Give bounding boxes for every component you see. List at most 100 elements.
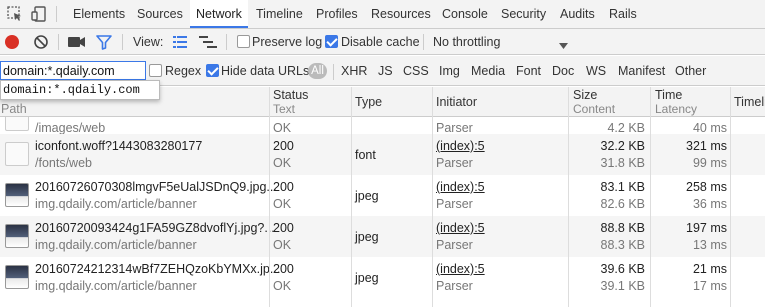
devtools-tab-bar: Elements Sources Network Timeline Profil…: [0, 0, 765, 29]
filter-icon[interactable]: [96, 35, 112, 53]
filter-type-css[interactable]: CSS: [403, 56, 429, 86]
hide-data-urls-checkbox[interactable]: [206, 64, 219, 77]
initiator-link[interactable]: (index):5: [436, 221, 485, 235]
resource-type: font: [355, 148, 376, 162]
column-divider[interactable]: [650, 87, 651, 307]
tab-audits[interactable]: Audits: [560, 0, 595, 28]
filter-type-all[interactable]: All: [308, 63, 327, 79]
content-size: 88.3 KB: [600, 238, 645, 252]
request-path: img.qdaily.com/article/banner: [35, 197, 197, 211]
toolbar-divider: [423, 34, 424, 50]
status-text: OK: [273, 279, 292, 293]
device-mode-icon[interactable]: [30, 5, 48, 23]
hide-data-urls-label[interactable]: Hide data URLs: [221, 56, 309, 86]
status-text: OK: [273, 156, 292, 170]
latency-header-label: Latency: [655, 102, 698, 116]
content-size: 31.8 KB: [600, 156, 645, 170]
tab-elements[interactable]: Elements: [73, 0, 125, 28]
filter-type-manifest[interactable]: Manifest: [618, 56, 665, 86]
request-path: img.qdaily.com/article/banner: [35, 279, 197, 293]
column-initiator-header[interactable]: Initiator: [436, 96, 477, 109]
initiator-link[interactable]: (index):5: [436, 139, 485, 153]
image-thumbnail: [5, 183, 29, 207]
filter-input[interactable]: [0, 61, 146, 80]
filter-type-ws[interactable]: WS: [586, 56, 606, 86]
toolbar-divider: [333, 64, 334, 80]
request-name: 20160724212314wBf7ZEHQzoKbYMXx.jp...: [35, 262, 281, 276]
file-icon: [5, 117, 29, 131]
column-type-header[interactable]: Type: [355, 96, 382, 109]
clear-icon[interactable]: [33, 34, 49, 53]
status-text-header-label: Text: [273, 102, 296, 116]
content-size: 4.2 KB: [607, 121, 645, 135]
transfer-size: 88.8 KB: [600, 221, 645, 235]
filter-type-font[interactable]: Font: [516, 56, 541, 86]
file-icon: [5, 142, 29, 166]
transfer-size: 83.1 KB: [600, 180, 645, 194]
content-size: 82.6 KB: [600, 197, 645, 211]
status-code: 200: [273, 139, 294, 153]
latency: 99 ms: [692, 156, 727, 170]
tab-sources[interactable]: Sources: [137, 0, 183, 28]
inspect-element-icon[interactable]: [6, 5, 24, 23]
column-divider[interactable]: [568, 87, 569, 307]
total-time: 258 ms: [686, 180, 727, 194]
tab-resources[interactable]: Resources: [371, 0, 431, 28]
filter-autocomplete-suggestion[interactable]: domain:*.qdaily.com: [0, 80, 160, 100]
record-icon[interactable]: [5, 35, 19, 49]
image-thumbnail: [5, 265, 29, 289]
status-text: OK: [273, 197, 292, 211]
tab-rails[interactable]: Rails: [609, 0, 637, 28]
chevron-down-icon[interactable]: [559, 39, 568, 53]
time-header-label: Time: [655, 88, 683, 102]
column-divider[interactable]: [269, 87, 270, 307]
initiator-type: Parser: [436, 121, 473, 135]
filter-type-img[interactable]: Img: [439, 56, 460, 86]
filter-type-doc[interactable]: Doc: [552, 56, 574, 86]
request-name: 20160726070308lmgvF5eUalJSDnQ9.jpg...: [35, 180, 277, 194]
column-size-header[interactable]: Size Content: [573, 89, 615, 116]
overview-waterfall-icon[interactable]: [199, 36, 217, 51]
filter-type-js[interactable]: JS: [378, 56, 393, 86]
initiator-type: Parser: [436, 279, 473, 293]
filter-type-xhr[interactable]: XHR: [341, 56, 367, 86]
status-code: 200: [273, 262, 294, 276]
initiator-link[interactable]: (index):5: [436, 262, 485, 276]
regex-checkbox[interactable]: [149, 64, 162, 77]
column-path-header[interactable]: Path: [1, 103, 27, 116]
request-path: /images/web: [35, 121, 106, 135]
initiator-type: Parser: [436, 238, 473, 252]
filter-type-other[interactable]: Other: [675, 56, 706, 86]
column-time-header[interactable]: Time Latency: [655, 89, 697, 116]
column-timeline-header[interactable]: Timeline: [734, 96, 765, 109]
screenshot-camera-icon[interactable]: [68, 36, 86, 51]
tab-network[interactable]: Network: [190, 0, 248, 28]
transfer-size: 32.2 KB: [600, 139, 645, 153]
toolbar-divider: [58, 34, 59, 50]
tab-console[interactable]: Console: [442, 0, 488, 28]
total-time: 197 ms: [686, 221, 727, 235]
preserve-log-label[interactable]: Preserve log: [252, 29, 322, 55]
column-divider[interactable]: [351, 87, 352, 307]
initiator-type: Parser: [436, 156, 473, 170]
status-code: 200: [273, 221, 294, 235]
preserve-log-checkbox[interactable]: [237, 35, 250, 48]
filter-type-media[interactable]: Media: [471, 56, 505, 86]
disable-cache-label[interactable]: Disable cache: [341, 29, 420, 55]
content-size: 39.1 KB: [600, 279, 645, 293]
throttling-select[interactable]: No throttling: [433, 29, 500, 55]
large-rows-icon[interactable]: [173, 36, 187, 51]
request-path: img.qdaily.com/article/banner: [35, 238, 197, 252]
regex-label[interactable]: Regex: [165, 56, 201, 86]
tab-security[interactable]: Security: [501, 0, 546, 28]
tab-timeline[interactable]: Timeline: [256, 0, 303, 28]
disable-cache-checkbox[interactable]: [325, 35, 338, 48]
status-text: OK: [273, 238, 292, 252]
request-name: iconfont.woff?1443083280177: [35, 139, 203, 153]
column-divider[interactable]: [730, 87, 731, 307]
tab-profiles[interactable]: Profiles: [316, 0, 358, 28]
column-status-header[interactable]: Status Text: [273, 89, 308, 116]
resource-type: jpeg: [355, 189, 379, 203]
initiator-link[interactable]: (index):5: [436, 180, 485, 194]
column-divider[interactable]: [432, 87, 433, 307]
